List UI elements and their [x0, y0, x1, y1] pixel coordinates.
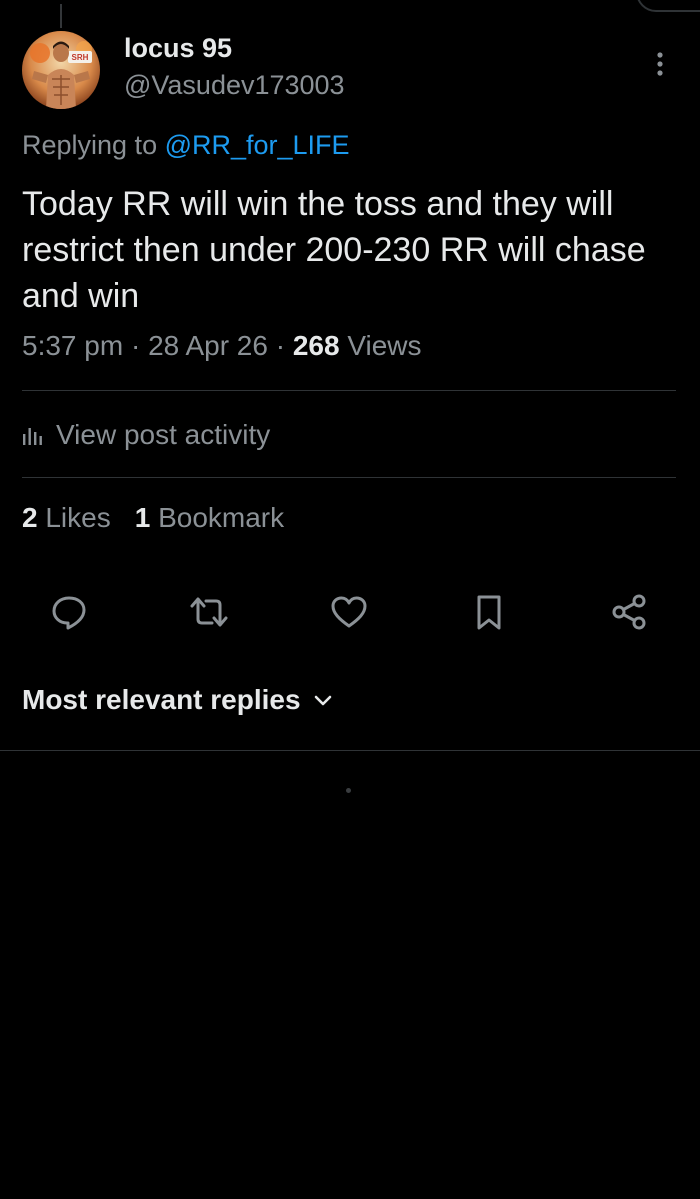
- replies-divider: [0, 750, 700, 751]
- share-icon: [612, 594, 646, 630]
- like-button[interactable]: [325, 588, 373, 636]
- engagement-stats: 2 Likes 1 Bookmark: [22, 502, 284, 534]
- loading-indicator: [346, 788, 351, 793]
- more-vertical-icon: [657, 52, 663, 76]
- likes-count: 2: [22, 502, 38, 533]
- view-post-activity-button[interactable]: View post activity: [22, 412, 270, 458]
- analytics-icon: [23, 428, 42, 445]
- bookmark-button[interactable]: [465, 588, 513, 636]
- repost-button[interactable]: [185, 588, 233, 636]
- avatar-image: SRH: [22, 31, 100, 109]
- view-post-activity-label: View post activity: [56, 419, 271, 450]
- thread-connector-line: [60, 4, 62, 28]
- views-count: 268: [292, 330, 340, 361]
- header-corner-decoration: [636, 0, 700, 12]
- replying-to-prefix: Replying to: [22, 130, 165, 160]
- bookmark-icon: [477, 595, 501, 630]
- meta-separator: ·: [130, 330, 141, 361]
- likes-label: Likes: [45, 502, 111, 533]
- like-icon: [331, 596, 367, 628]
- repost-icon: [190, 597, 228, 627]
- post-date[interactable]: 28 Apr 26: [148, 330, 268, 361]
- divider: [22, 390, 676, 391]
- post-text: Today RR will win the toss and they will…: [22, 185, 646, 315]
- reply-sort-label: Most relevant replies: [22, 684, 301, 715]
- post-time[interactable]: 5:37 pm: [22, 330, 123, 361]
- top-edge: [0, 0, 700, 28]
- meta-separator: ·: [275, 330, 286, 361]
- reply-button[interactable]: [45, 588, 93, 636]
- author-handle[interactable]: @Vasudev173003: [124, 70, 345, 101]
- avatar-badge-text: SRH: [72, 53, 89, 62]
- author-name[interactable]: locus 95: [124, 33, 232, 64]
- share-button[interactable]: [605, 588, 653, 636]
- reply-mention-link[interactable]: @RR_for_LIFE: [165, 130, 350, 160]
- replying-to-line: Replying to @RR_for_LIFE: [22, 130, 350, 161]
- post-meta: 5:37 pm · 28 Apr 26 · 268 Views: [22, 330, 422, 362]
- views-label: Views: [347, 330, 422, 361]
- reply-icon: [52, 596, 86, 630]
- likes-stat[interactable]: 2 Likes: [22, 502, 111, 533]
- bookmarks-count: 1: [134, 502, 151, 533]
- chevron-down-icon: [314, 695, 331, 706]
- reply-sort-dropdown[interactable]: Most relevant replies: [22, 684, 333, 716]
- more-options-button[interactable]: [646, 46, 674, 82]
- avatar[interactable]: SRH: [22, 31, 100, 109]
- divider: [22, 477, 676, 478]
- bookmarks-stat[interactable]: 1 Bookmark: [135, 502, 284, 533]
- bookmarks-label: Bookmark: [158, 502, 285, 533]
